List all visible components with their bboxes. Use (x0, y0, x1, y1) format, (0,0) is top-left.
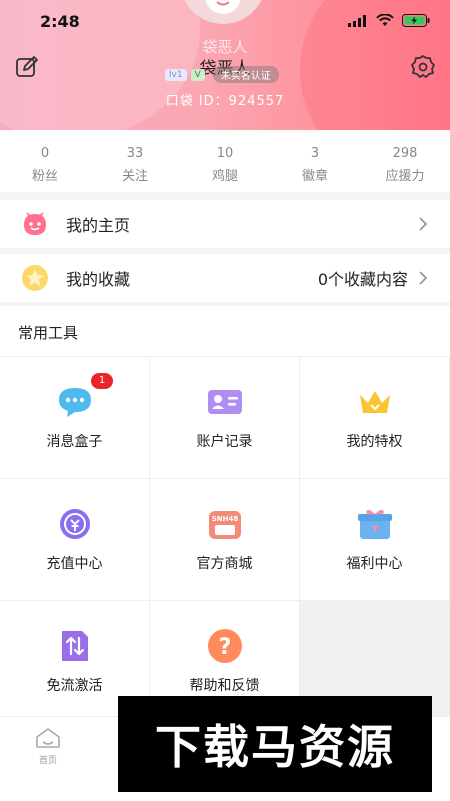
shop-icon: SNH48 (206, 505, 244, 543)
star-icon (20, 263, 50, 293)
message-icon (56, 383, 94, 421)
my-favorites-row[interactable]: 我的收藏 0个收藏内容 (0, 254, 450, 302)
user-badges: lv1 V 未实名认证 (165, 66, 279, 83)
chevron-right-icon (419, 217, 428, 231)
chevron-right-icon (419, 271, 428, 285)
tool-my-privileges[interactable]: 我的特权 (300, 356, 450, 478)
tool-label: 福利中心 (346, 556, 403, 572)
unread-badge: 1 (91, 373, 113, 389)
common-tools-section: 常用工具 1 消息盒子 账户记录 我的特权 充值中心 SNH48 官方商城 福利… (0, 306, 450, 722)
homepage-face-icon (20, 209, 50, 239)
stat-badges[interactable]: 3 徽章 (270, 130, 360, 192)
stat-fans[interactable]: 0 粉丝 (0, 130, 90, 192)
stat-support-power[interactable]: 298 应援力 (360, 130, 450, 192)
stat-value: 0 (40, 146, 50, 161)
watermark-overlay: 下载马资源 (118, 696, 432, 792)
section-title: 常用工具 (18, 324, 79, 342)
homepage-label: 我的主页 (66, 216, 131, 235)
stat-value: 3 (310, 146, 320, 161)
level-badge: lv1 (165, 68, 187, 81)
profile-header: 2:48 袋恶人 袋恶人 lv1 V 未实名认证 口袋 ID：924557 (0, 0, 450, 130)
stat-label: 粉丝 (31, 169, 58, 184)
tools-grid: 1 消息盒子 账户记录 我的特权 充值中心 SNH48 官方商城 福利中心 免流… (0, 356, 450, 722)
vip-badge: V (190, 68, 205, 81)
gift-icon (356, 505, 394, 543)
stat-label: 应援力 (385, 169, 425, 184)
stats-bar: 0 粉丝 33 关注 10 鸡腿 3 徽章 298 应援力 (0, 130, 450, 192)
wifi-icon (376, 14, 394, 26)
tab-home[interactable]: 首页 (30, 727, 66, 766)
stat-drumsticks[interactable]: 10 鸡腿 (180, 130, 270, 192)
stat-value: 10 (216, 146, 234, 161)
help-icon: ? (206, 627, 244, 665)
tool-account-records[interactable]: 账户记录 (150, 356, 300, 478)
tool-welfare-center[interactable]: 福利中心 (300, 478, 450, 600)
tool-recharge-center[interactable]: 充值中心 (0, 478, 150, 600)
tool-message-box[interactable]: 1 消息盒子 (0, 356, 150, 478)
gear-icon (411, 55, 435, 78)
watermark-text: 下载马资源 (155, 720, 395, 774)
edit-profile-button[interactable] (14, 54, 40, 80)
battery-icon (402, 14, 430, 27)
home-icon (36, 728, 60, 748)
real-name-auth-badge[interactable]: 未实名认证 (212, 66, 279, 83)
status-icons (348, 14, 430, 27)
stat-label: 徽章 (301, 169, 328, 184)
tool-label: 账户记录 (196, 434, 253, 450)
stat-value: 298 (392, 146, 418, 161)
crown-icon (356, 383, 394, 421)
id-card-icon (206, 383, 244, 421)
tool-official-store[interactable]: SNH48 官方商城 (150, 478, 300, 600)
status-time: 2:48 (40, 12, 80, 31)
pocket-id: 口袋 ID：924557 (165, 94, 285, 109)
stat-label: 关注 (121, 169, 148, 184)
tool-label: 官方商城 (196, 556, 253, 572)
signal-icon (348, 14, 366, 27)
data-free-icon (56, 627, 94, 665)
my-homepage-row[interactable]: 我的主页 (0, 200, 450, 248)
tool-label: 充值中心 (46, 556, 103, 572)
stat-value: 33 (126, 146, 144, 161)
help-icon-text: ? (219, 635, 232, 660)
edit-icon (16, 56, 38, 77)
tool-label: 我的特权 (346, 434, 403, 450)
stat-following[interactable]: 33 关注 (90, 130, 180, 192)
tool-label: 帮助和反馈 (189, 678, 260, 694)
favorites-count: 0个收藏内容 (317, 270, 408, 289)
tool-label: 免流激活 (46, 678, 103, 694)
stat-label: 鸡腿 (211, 169, 238, 184)
shop-icon-text: SNH48 (212, 515, 239, 523)
settings-button[interactable] (410, 54, 436, 80)
tab-home-label: 首页 (38, 756, 57, 766)
favorites-label: 我的收藏 (66, 270, 131, 289)
recharge-icon (56, 505, 94, 543)
tool-label: 消息盒子 (46, 434, 103, 450)
